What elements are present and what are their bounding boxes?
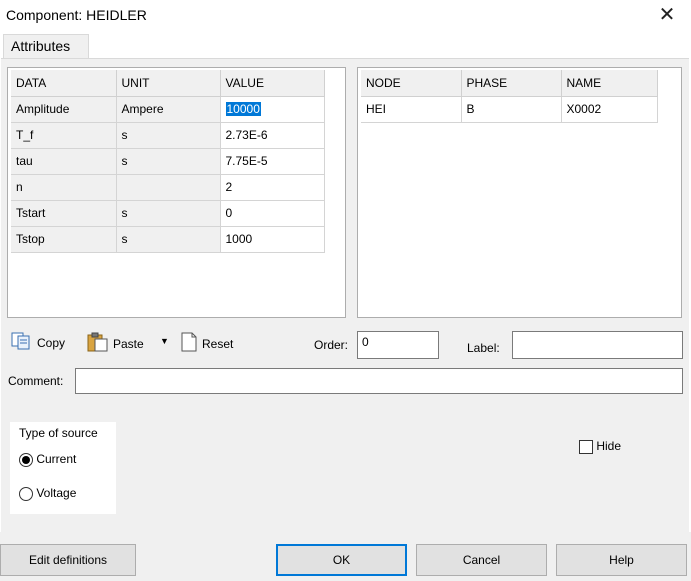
unit-cell [116, 174, 221, 201]
paste-icon [87, 332, 109, 355]
table-row[interactable]: n 2 [11, 174, 325, 201]
radio-voltage-label: Voltage [36, 486, 77, 500]
copy-button[interactable]: Copy [11, 332, 65, 353]
column-header-name[interactable]: NAME [561, 70, 658, 97]
data-cell: T_f [11, 122, 117, 149]
value-cell[interactable]: 0 [220, 200, 325, 227]
table-row[interactable]: Amplitude Ampere 10000 [11, 96, 325, 123]
paste-label: Paste [113, 336, 144, 351]
value-cell[interactable]: 1000 [220, 226, 325, 253]
radio-current-indicator[interactable] [19, 452, 33, 467]
window-title: Component: HEIDLER [6, 7, 147, 23]
unit-cell: Ampere [116, 96, 221, 123]
hide-label: Hide [596, 439, 622, 453]
paste-button[interactable]: Paste [87, 332, 144, 355]
close-icon[interactable]: ✕ [655, 4, 679, 28]
value-cell[interactable]: 2.73E-6 [220, 122, 325, 149]
ok-button[interactable]: OK [276, 544, 407, 576]
unit-cell: s [116, 200, 221, 227]
source-type-group: Type of source Current Voltage [10, 422, 116, 514]
reset-label: Reset [202, 336, 234, 351]
node-cell[interactable]: HEI [361, 96, 462, 123]
radio-voltage-indicator[interactable] [19, 486, 33, 501]
table-row[interactable]: Tstart s 0 [11, 200, 325, 227]
column-header-data[interactable]: DATA [11, 70, 117, 97]
data-cell: Tstart [11, 200, 117, 227]
phase-cell[interactable]: B [461, 96, 562, 123]
column-header-phase[interactable]: PHASE [461, 70, 562, 97]
title-bar: Component: HEIDLER ✕ [0, 0, 691, 32]
order-label: Order: [314, 338, 349, 352]
column-header-value[interactable]: VALUE [220, 70, 325, 97]
value-selected-text[interactable]: 10000 [225, 102, 261, 116]
table-row[interactable]: T_f s 2.73E-6 [11, 122, 325, 149]
data-cell: Tstop [11, 226, 117, 253]
order-input[interactable]: 0 [357, 331, 439, 359]
label-input[interactable] [512, 331, 683, 359]
copy-label: Copy [37, 335, 66, 350]
column-header-unit[interactable]: UNIT [116, 70, 221, 97]
attributes-grid[interactable]: DATA UNIT VALUE Amplitude Ampere 10000 T… [7, 67, 346, 318]
table-row[interactable]: HEI B X0002 [361, 96, 658, 123]
unit-cell: s [116, 122, 221, 149]
name-cell[interactable]: X0002 [561, 96, 658, 123]
hide-checkbox-box[interactable] [579, 439, 593, 454]
hide-checkbox[interactable]: Hide [579, 439, 621, 454]
source-type-title: Type of source [19, 426, 98, 440]
edit-definitions-button[interactable]: Edit definitions [0, 544, 136, 576]
value-cell[interactable]: 2 [220, 174, 325, 201]
attributes-header-row: DATA UNIT VALUE [11, 70, 325, 97]
radio-current[interactable]: Current [19, 452, 76, 467]
radio-voltage[interactable]: Voltage [19, 486, 76, 501]
node-header-row: NODE PHASE NAME [361, 70, 658, 97]
label-label: Label: [467, 341, 500, 355]
column-header-node[interactable]: NODE [361, 70, 462, 97]
comment-label: Comment: [8, 374, 64, 388]
reset-button[interactable]: Reset [180, 332, 233, 355]
copy-icon [11, 332, 33, 353]
tab-attributes[interactable]: Attributes [3, 34, 89, 60]
unit-cell: s [116, 148, 221, 175]
table-row[interactable]: Tstop s 1000 [11, 226, 325, 253]
value-cell[interactable]: 7.75E-5 [220, 148, 325, 175]
data-cell: n [11, 174, 117, 201]
data-cell: tau [11, 148, 117, 175]
help-button[interactable]: Help [556, 544, 687, 576]
paste-dropdown-icon[interactable]: ▼ [160, 336, 169, 346]
node-grid[interactable]: NODE PHASE NAME HEI B X0002 [357, 67, 682, 318]
comment-input[interactable] [75, 368, 683, 394]
unit-cell: s [116, 226, 221, 253]
value-cell-amplitude[interactable]: 10000 [220, 96, 325, 123]
radio-current-label: Current [36, 452, 77, 466]
reset-icon [180, 332, 198, 355]
data-cell: Amplitude [11, 96, 117, 123]
table-row[interactable]: tau s 7.75E-5 [11, 148, 325, 175]
cancel-button[interactable]: Cancel [416, 544, 547, 576]
